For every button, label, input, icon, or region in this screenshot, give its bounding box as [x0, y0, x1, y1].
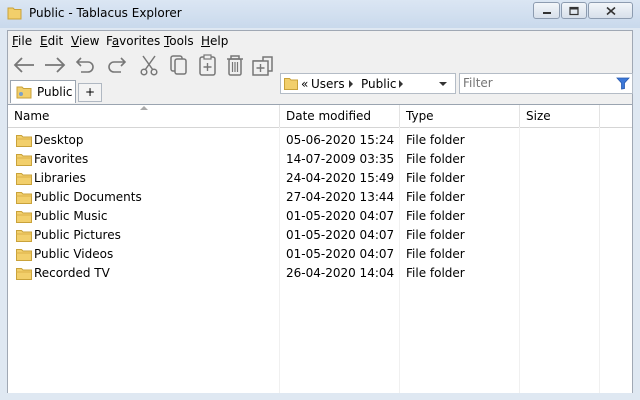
file-name: Public Music: [34, 209, 108, 223]
close-icon: [605, 6, 616, 15]
list-item[interactable]: Recorded TV 26-04-2020 14:04 File folder: [8, 264, 632, 283]
maximize-button[interactable]: [561, 2, 587, 19]
delete-button[interactable]: [222, 53, 248, 77]
file-name: Public Documents: [34, 190, 142, 204]
file-name: Public Videos: [34, 247, 114, 261]
file-type: File folder: [406, 266, 465, 280]
forward-arrow-icon: [45, 57, 66, 73]
folder-icon: [16, 86, 32, 99]
maximize-icon: [569, 6, 579, 15]
file-type: File folder: [406, 133, 465, 147]
file-date: 01-05-2020 04:07: [286, 209, 395, 223]
folder-icon: [16, 249, 32, 261]
redo-button[interactable]: [104, 53, 130, 77]
folder-icon: [7, 7, 22, 20]
undo-button[interactable]: [72, 53, 98, 77]
file-name: Public Pictures: [34, 228, 121, 242]
column-header-type[interactable]: Type: [400, 105, 520, 127]
file-name: Favorites: [34, 152, 89, 166]
toolbar: « Users Public: [8, 51, 633, 94]
folder-icon: [16, 211, 32, 223]
tab-bar: Public +: [8, 79, 632, 103]
list-item[interactable]: Public Documents 27-04-2020 13:44 File fol…: [8, 188, 632, 207]
minimize-icon: [542, 11, 551, 14]
column-header-row: Name Date modified Type Size: [8, 105, 632, 128]
cut-button[interactable]: [136, 53, 162, 77]
file-date: 05-06-2020 15:24: [286, 133, 395, 147]
folder-icon: [16, 173, 32, 185]
menu-view[interactable]: View: [71, 34, 99, 48]
list-item[interactable]: Desktop 05-06-2020 15:24 File folder: [8, 131, 632, 150]
folder-icon: [16, 192, 32, 204]
close-button[interactable]: [588, 2, 633, 19]
forward-button[interactable]: [42, 53, 68, 77]
list-item[interactable]: Public Music 01-05-2020 04:07 File folder: [8, 207, 632, 226]
menu-bar: File Edit View Favorites Tools Help: [8, 31, 632, 51]
file-date: 01-05-2020 04:07: [286, 247, 395, 261]
delete-icon: [227, 55, 243, 76]
folder-icon: [16, 268, 32, 280]
folder-icon: [16, 230, 32, 242]
folder-icon: [16, 154, 32, 166]
file-type: File folder: [406, 190, 465, 204]
minimize-button[interactable]: [533, 2, 560, 19]
window-title: Public - Tablacus Explorer: [29, 6, 182, 20]
undo-icon: [75, 57, 94, 73]
sort-ascending-icon: [140, 106, 148, 110]
new-folder-button[interactable]: [250, 53, 276, 77]
new-folder-icon: [252, 56, 273, 76]
list-item[interactable]: Favorites 14-07-2009 03:35 File folder: [8, 150, 632, 169]
paste-button[interactable]: [195, 53, 221, 77]
tab-public[interactable]: Public: [10, 80, 76, 103]
back-button[interactable]: [11, 53, 37, 77]
file-type: File folder: [406, 228, 465, 242]
menu-file[interactable]: File: [12, 34, 32, 48]
back-arrow-icon: [13, 57, 34, 73]
tab-label: Public: [37, 85, 73, 99]
column-header-name[interactable]: Name: [8, 105, 280, 127]
cut-icon: [140, 55, 158, 76]
file-date: 26-04-2020 14:04: [286, 266, 395, 280]
column-header-date[interactable]: Date modified: [280, 105, 400, 127]
title-bar: Public - Tablacus Explorer: [0, 0, 640, 28]
menu-tools[interactable]: Tools: [164, 34, 194, 48]
paste-icon: [199, 54, 216, 76]
redo-icon: [108, 57, 127, 73]
file-date: 01-05-2020 04:07: [286, 228, 395, 242]
menu-edit[interactable]: Edit: [40, 34, 63, 48]
file-type: File folder: [406, 209, 465, 223]
file-name: Desktop: [34, 133, 84, 147]
file-list[interactable]: Name Date modified Type Size Desktop 05-0…: [8, 104, 632, 393]
list-item[interactable]: Libraries 24-04-2020 15:49 File folder: [8, 169, 632, 188]
column-header-size[interactable]: Size: [520, 105, 600, 127]
list-item[interactable]: Public Videos 01-05-2020 04:07 File folder: [8, 245, 632, 264]
file-date: 14-07-2009 03:35: [286, 152, 395, 166]
file-type: File folder: [406, 152, 465, 166]
menu-favorites[interactable]: Favorites: [106, 34, 160, 48]
file-name: Recorded TV: [34, 266, 110, 280]
folder-icon: [16, 135, 32, 147]
explorer-window: File Edit View Favorites Tools Help « Us…: [7, 30, 633, 393]
copy-button[interactable]: [166, 53, 192, 77]
menu-help[interactable]: Help: [201, 34, 228, 48]
file-name: Libraries: [34, 171, 86, 185]
new-tab-button[interactable]: +: [78, 83, 102, 102]
list-item[interactable]: Public Pictures 01-05-2020 04:07 File fold…: [8, 226, 632, 245]
file-type: File folder: [406, 247, 465, 261]
file-date: 24-04-2020 15:49: [286, 171, 395, 185]
file-type: File folder: [406, 171, 465, 185]
copy-icon: [170, 55, 187, 75]
file-date: 27-04-2020 13:44: [286, 190, 395, 204]
